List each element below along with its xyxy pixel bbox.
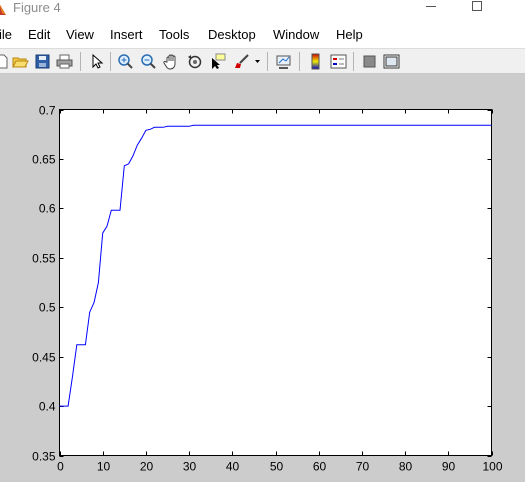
menu-window[interactable]: Window	[273, 27, 319, 43]
y-tick-label: 0.35	[32, 450, 56, 464]
zoom-in-icon	[118, 54, 133, 69]
pan-button[interactable]	[163, 53, 180, 70]
brush-dropdown-icon	[255, 60, 260, 63]
save-icon	[35, 54, 50, 69]
print-button[interactable]	[56, 53, 73, 70]
open-file-button[interactable]	[12, 53, 29, 70]
data-cursor-button[interactable]	[209, 53, 226, 70]
toolbar-separator	[110, 52, 111, 71]
save-button[interactable]	[34, 53, 51, 70]
menu-edit[interactable]: Edit	[28, 27, 50, 43]
x-tick-label: 30	[183, 460, 197, 474]
menu-help[interactable]: Help	[336, 27, 363, 43]
colorbar-icon	[311, 53, 320, 70]
edit-plot-arrow-icon	[92, 53, 104, 69]
y-tick-label: 0.65	[32, 153, 56, 167]
x-tick-label: 100	[482, 460, 502, 474]
x-tick-label: 10	[97, 460, 111, 474]
x-tick-label: 0	[57, 460, 64, 474]
edit-plot-button[interactable]	[88, 53, 105, 70]
zoom-out-button[interactable]	[140, 53, 157, 70]
y-tick-label: 0.45	[32, 351, 56, 365]
zoom-out-icon	[141, 54, 156, 69]
maximize-icon	[472, 1, 482, 11]
figure-toolbar	[0, 48, 525, 74]
legend-button[interactable]	[330, 53, 347, 70]
toolbar-separator	[353, 52, 354, 71]
link-plot-button[interactable]	[275, 53, 292, 70]
show-plot-tools-icon	[383, 54, 400, 69]
toolbar-separator	[80, 52, 81, 71]
x-tick-label: 70	[356, 460, 370, 474]
y-tick-label: 0.6	[39, 202, 56, 216]
open-file-icon	[12, 57, 29, 68]
menu-view[interactable]: View	[66, 27, 94, 43]
legend-icon	[330, 54, 347, 69]
menu-bar: ile Edit View Insert Tools Desktop Windo…	[0, 24, 525, 48]
link-plot-icon	[276, 55, 291, 69]
pan-hand-icon	[163, 54, 176, 70]
y-tick-label: 0.55	[32, 252, 56, 266]
brush-dropdown[interactable]	[252, 53, 262, 70]
menu-desktop[interactable]: Desktop	[208, 27, 256, 43]
x-tick-label: 50	[270, 460, 284, 474]
zoom-in-button[interactable]	[117, 53, 134, 70]
hide-plot-tools-button[interactable]	[361, 53, 378, 70]
data-cursor-icon	[212, 53, 226, 69]
y-tick-label: 0.5	[39, 301, 56, 315]
hide-plot-tools-icon	[363, 55, 376, 68]
show-plot-tools-button[interactable]	[383, 53, 400, 70]
figure-canvas[interactable]: 0 10 20 30 40 50 60 70 80 90 100 0.35 0.4 0.45 0.5 0.55…	[0, 74, 525, 482]
toolbar-separator	[267, 52, 268, 71]
toolbar-separator	[299, 52, 300, 71]
menu-insert[interactable]: Insert	[110, 27, 143, 43]
y-tick-label: 0.7	[39, 104, 56, 118]
rotate-3d-icon	[188, 55, 202, 69]
x-tick-label: 20	[140, 460, 154, 474]
new-figure-button[interactable]	[0, 53, 10, 70]
menu-tools[interactable]: Tools	[159, 27, 189, 43]
colorbar-button[interactable]	[307, 53, 324, 70]
x-tick-label: 60	[313, 460, 327, 474]
rotate-3d-button[interactable]	[186, 53, 203, 70]
minimize-icon	[426, 6, 436, 7]
x-tick-label: 40	[226, 460, 240, 474]
minimize-button[interactable]	[408, 0, 454, 16]
title-bar: Figure 4	[0, 0, 525, 24]
matlab-logo-icon	[0, 4, 6, 15]
plot-axes-container[interactable]: 0 10 20 30 40 50 60 70 80 90 100 0.35 0.4 0.45 0.5 0.55…	[0, 74, 525, 482]
y-tick-label: 0.4	[39, 400, 56, 414]
new-figure-icon	[0, 54, 8, 69]
maximize-button[interactable]	[454, 0, 500, 16]
axes-background	[59, 109, 492, 456]
print-icon	[56, 54, 73, 69]
menu-file[interactable]: ile	[0, 27, 12, 43]
window-title: Figure 4	[13, 0, 61, 15]
x-tick-label: 80	[399, 460, 413, 474]
brush-icon	[235, 54, 249, 68]
brush-button[interactable]	[233, 53, 250, 70]
x-tick-label: 90	[442, 460, 456, 474]
